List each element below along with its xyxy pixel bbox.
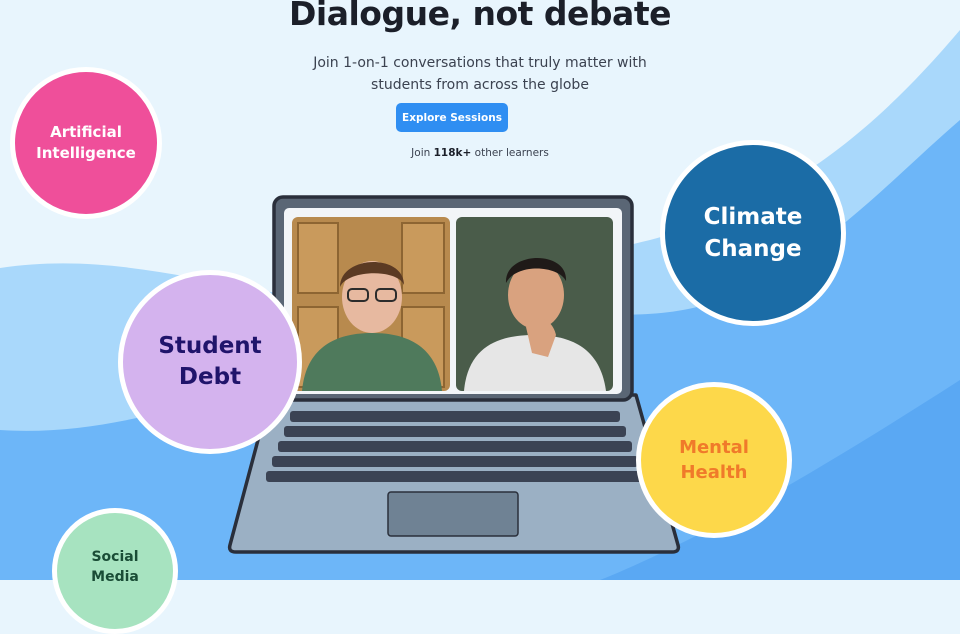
join-prefix: Join <box>411 147 431 159</box>
hero-subtitle-line-1: Join 1-on-1 conversations that truly mat… <box>313 55 647 71</box>
topic-bubble-social-media[interactable]: Social Media <box>52 508 178 634</box>
topic-label-line-1: Social <box>91 549 139 565</box>
participant-right-icon <box>456 217 613 391</box>
topic-label-line-2: Health <box>680 462 748 483</box>
topic-label-line-1: Artificial <box>50 123 122 141</box>
join-suffix: other learners <box>474 147 549 159</box>
participant-left-icon <box>292 217 450 391</box>
topic-label-line-1: Mental <box>679 437 749 458</box>
topic-bubble-mental-health[interactable]: Mental Health <box>636 382 792 538</box>
participant-left-video <box>292 217 450 391</box>
topic-bubble-climate-change[interactable]: Climate Change <box>660 140 846 326</box>
explore-sessions-button[interactable]: Explore Sessions <box>396 103 508 132</box>
topic-label-line-2: Debt <box>178 364 242 390</box>
page-title: Dialogue, not debate <box>289 0 671 33</box>
topic-label-line-1: Climate <box>703 204 803 230</box>
topic-bubble-student-debt[interactable]: Student Debt <box>118 270 302 454</box>
keyboard-icon <box>266 411 644 482</box>
topic-label-line-1: Student <box>158 333 262 359</box>
topic-label-line-2: Media <box>91 569 139 585</box>
topic-label-line-2: Change <box>704 236 802 262</box>
participant-right-video <box>456 217 613 391</box>
hero-subtitle-line-2: students from across the globe <box>371 77 589 93</box>
hero-subtitle: Join 1-on-1 conversations that truly mat… <box>280 52 680 96</box>
topic-bubble-artificial-intelligence[interactable]: Artificial Intelligence <box>10 67 162 219</box>
trackpad-icon <box>387 491 519 537</box>
join-count: 118k+ <box>433 147 472 159</box>
topic-label-line-2: Intelligence <box>36 144 136 162</box>
